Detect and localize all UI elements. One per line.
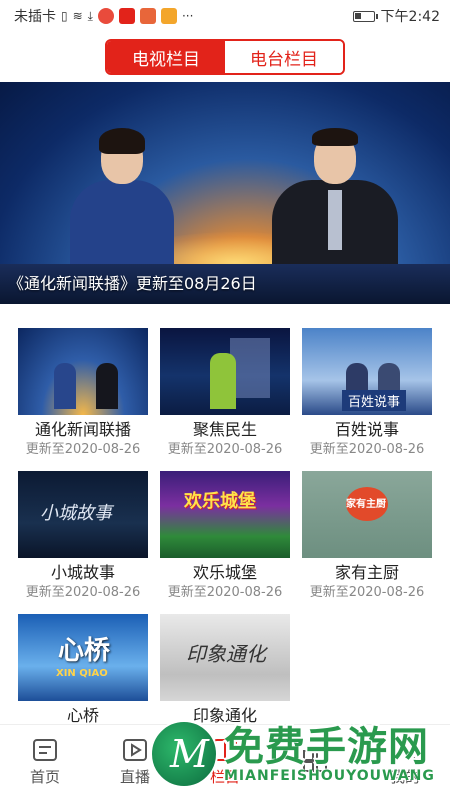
program-thumbnail: 欢乐城堡 xyxy=(160,471,290,558)
columns-icon xyxy=(212,738,238,762)
battery-icon xyxy=(352,10,378,22)
program-thumbnail: 印象通化 xyxy=(160,614,290,701)
program-title: 家有主厨 xyxy=(334,563,399,582)
male-anchor-figure xyxy=(272,128,398,276)
program-date: 更新至2020-08-26 xyxy=(25,442,141,457)
download-icon: ⤓ xyxy=(87,9,93,23)
news-icon xyxy=(32,738,58,762)
program-card[interactable]: 欢乐城堡 欢乐城堡 更新至2020-08-26 xyxy=(160,471,290,602)
program-thumbnail: 家有主厨 xyxy=(302,471,432,558)
nav-item-home[interactable]: 首页 xyxy=(0,725,90,800)
program-date: 更新至2020-08-26 xyxy=(167,442,283,457)
featured-banner[interactable]: 《通化新闻联播》更新至08月26日 xyxy=(0,82,450,304)
program-title: 百姓说事 xyxy=(334,420,399,439)
program-thumbnail: 小城故事 xyxy=(18,471,148,558)
program-card[interactable]: 家有主厨 家有主厨 更新至2020-08-26 xyxy=(302,471,432,602)
thumbnail-title: 百姓说事 xyxy=(342,390,407,411)
grid-icon xyxy=(302,749,328,773)
program-thumbnail xyxy=(160,328,290,415)
thumbnail-title: 欢乐城堡 xyxy=(184,491,256,512)
banner-caption: 《通化新闻联播》更新至08月26日 xyxy=(8,274,257,293)
carrier-label: 未插卡 xyxy=(14,9,56,25)
sim-icon: ▯ xyxy=(61,9,68,23)
thumbnail-title: 家有主厨 xyxy=(346,499,386,510)
nav-item-mine[interactable]: 我的 xyxy=(360,725,450,800)
app-icon xyxy=(97,8,114,24)
tab-bar: 电视栏目 电台栏目 xyxy=(0,32,450,82)
app-icon xyxy=(139,8,156,24)
tab-radio-programs[interactable]: 电台栏目 xyxy=(225,41,343,73)
program-title: 心桥 xyxy=(66,706,99,725)
program-card[interactable]: 聚焦民生 更新至2020-08-26 xyxy=(160,328,290,459)
program-date: 更新至2020-08-26 xyxy=(309,585,425,600)
program-title: 通化新闻联播 xyxy=(34,420,131,439)
wifi-icon: ≋ xyxy=(72,9,83,23)
program-title: 小城故事 xyxy=(50,563,115,582)
thumbnail-title: 心桥 xyxy=(58,636,111,666)
tab-tv-programs[interactable]: 电视栏目 xyxy=(107,41,225,73)
status-left: 未插卡 ▯ ≋ ⤓ ··· xyxy=(14,6,193,26)
nav-label: 首页 xyxy=(29,768,60,786)
program-title: 聚焦民生 xyxy=(192,420,257,439)
program-title: 印象通化 xyxy=(192,706,257,725)
program-thumbnail: 心桥 XIN QIAO xyxy=(18,614,148,701)
app-icon xyxy=(160,8,177,24)
program-card[interactable]: 百姓说事 百姓说事 更新至2020-08-26 xyxy=(302,328,432,459)
app-icon xyxy=(118,8,135,24)
program-date: 更新至2020-08-26 xyxy=(167,585,283,600)
nav-item-grid[interactable] xyxy=(270,725,360,800)
program-date: 更新至2020-08-26 xyxy=(25,585,141,600)
thumbnail-title: 小城故事 xyxy=(40,503,112,524)
program-thumbnail xyxy=(18,328,148,415)
nav-label: 我的 xyxy=(389,768,420,786)
nav-label: 栏目 xyxy=(209,768,240,786)
program-card[interactable]: 通化新闻联播 更新至2020-08-26 xyxy=(18,328,148,459)
thumbnail-title: 印象通化 xyxy=(186,642,266,666)
video-icon xyxy=(122,738,148,762)
bottom-nav: 首页 直播 栏目 我的 xyxy=(0,724,450,800)
segmented-tabs: 电视栏目 电台栏目 xyxy=(105,39,345,75)
clock: 下午2:42 xyxy=(380,9,440,25)
status-right: 下午2:42 xyxy=(352,6,440,26)
female-anchor-figure xyxy=(70,128,174,276)
status-bar: 未插卡 ▯ ≋ ⤓ ··· 下午2:42 xyxy=(0,0,450,32)
program-card[interactable]: 小城故事 小城故事 更新至2020-08-26 xyxy=(18,471,148,602)
program-date: 更新至2020-08-26 xyxy=(309,442,425,457)
thumbnail-subtitle: XIN QIAO xyxy=(56,668,108,679)
nav-item-columns[interactable]: 栏目 xyxy=(180,725,270,800)
more-dots-icon: ··· xyxy=(181,9,194,23)
program-grid: 通化新闻联播 更新至2020-08-26 聚焦民生 更新至2020-08-26 … xyxy=(0,304,450,745)
nav-item-live[interactable]: 直播 xyxy=(90,725,180,800)
program-title: 欢乐城堡 xyxy=(192,563,257,582)
program-thumbnail: 百姓说事 xyxy=(302,328,432,415)
nav-label: 直播 xyxy=(119,768,150,786)
user-icon xyxy=(392,738,418,762)
